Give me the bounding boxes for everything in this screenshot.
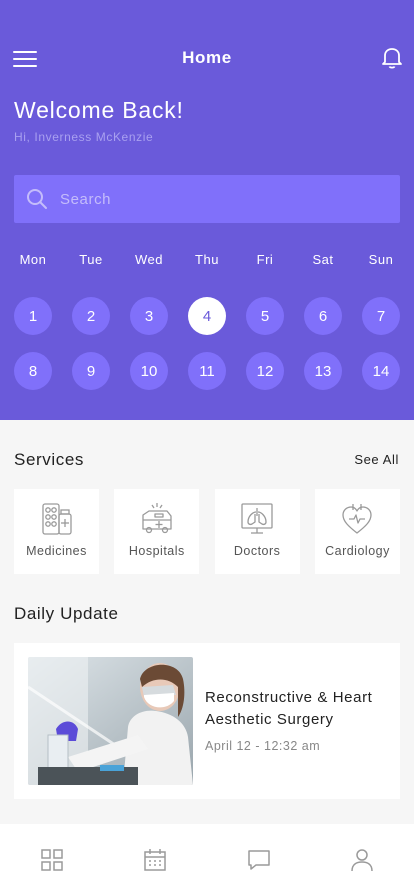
grid-icon — [41, 849, 63, 871]
search-input[interactable] — [60, 175, 400, 223]
nav-calendar[interactable] — [104, 824, 208, 896]
bottom-navigation — [0, 824, 414, 896]
nav-home[interactable] — [0, 824, 104, 896]
weekday-header: Mon Tue Wed Thu Fri Sat Sun — [4, 252, 410, 267]
update-title: Reconstructive & Heart Aesthetic Surgery — [205, 689, 373, 728]
calendar-day[interactable]: 10 — [130, 352, 168, 390]
service-label: Hospitals — [128, 544, 185, 558]
search-icon — [27, 189, 47, 209]
calendar-icon — [144, 849, 166, 871]
calendar-week-2: 8 9 10 11 12 13 14 — [4, 352, 410, 390]
calendar-day[interactable]: 8 — [14, 352, 52, 390]
ambulance-icon — [142, 503, 172, 534]
service-label: Cardiology — [325, 544, 390, 558]
calendar-day[interactable]: 1 — [14, 297, 52, 335]
header-section: Home Welcome Back! Hi, Inverness McKenzi… — [0, 0, 414, 420]
calendar-day[interactable]: 14 — [362, 352, 400, 390]
profile-icon — [351, 849, 373, 872]
service-card-cardiology[interactable]: Cardiology — [314, 489, 400, 574]
calendar-day[interactable]: 2 — [72, 297, 110, 335]
calendar-day[interactable]: 6 — [304, 297, 342, 335]
service-card-doctors[interactable]: Doctors — [214, 489, 300, 574]
daily-update-card[interactable]: Reconstructive & Heart Aesthetic Surgery… — [14, 643, 400, 799]
service-card-medicines[interactable]: Medicines — [14, 489, 99, 574]
calendar-day-selected[interactable]: 4 — [188, 297, 226, 335]
nav-profile[interactable] — [311, 824, 414, 896]
weekday-label: Sat — [312, 252, 334, 267]
chat-icon — [248, 850, 270, 870]
lungs-monitor-icon — [241, 503, 273, 534]
see-all-link[interactable]: See All — [354, 452, 399, 467]
calendar-day[interactable]: 5 — [246, 297, 284, 335]
weekday-label: Sun — [368, 252, 394, 267]
calendar-day[interactable]: 13 — [304, 352, 342, 390]
update-image — [28, 657, 193, 785]
services-list: Medicines Hospitals Doctors Cardiology — [14, 489, 400, 574]
calendar-day[interactable]: 3 — [130, 297, 168, 335]
calendar-day[interactable]: 11 — [188, 352, 226, 390]
lab-scientist-image — [28, 657, 193, 785]
notification-button[interactable] — [378, 43, 406, 71]
update-date: April 12 - 12:32 am — [205, 739, 321, 753]
daily-update-heading: Daily Update — [14, 604, 119, 623]
calendar-week-1: 1 2 3 4 5 6 7 — [4, 297, 410, 335]
calendar-day[interactable]: 7 — [362, 297, 400, 335]
calendar-day[interactable]: 9 — [72, 352, 110, 390]
nav-messages[interactable] — [207, 824, 311, 896]
weekday-label: Fri — [256, 252, 274, 267]
services-heading: Services — [14, 450, 84, 469]
service-label: Medicines — [26, 544, 87, 558]
user-greeting: Hi, Inverness McKenzie — [14, 130, 154, 144]
service-label: Doctors — [233, 544, 281, 558]
weekday-label: Thu — [195, 252, 219, 267]
search-bar[interactable] — [14, 175, 400, 223]
weekday-label: Mon — [19, 252, 47, 267]
calendar-day[interactable]: 12 — [246, 352, 284, 390]
weekday-label: Wed — [135, 252, 163, 267]
welcome-heading: Welcome Back! — [14, 97, 184, 123]
bell-icon — [382, 48, 402, 69]
medicines-icon — [41, 503, 72, 535]
heart-icon — [342, 504, 373, 534]
service-card-hospitals[interactable]: Hospitals — [114, 489, 200, 574]
weekday-label: Tue — [79, 252, 103, 267]
page-title: Home — [182, 48, 232, 67]
